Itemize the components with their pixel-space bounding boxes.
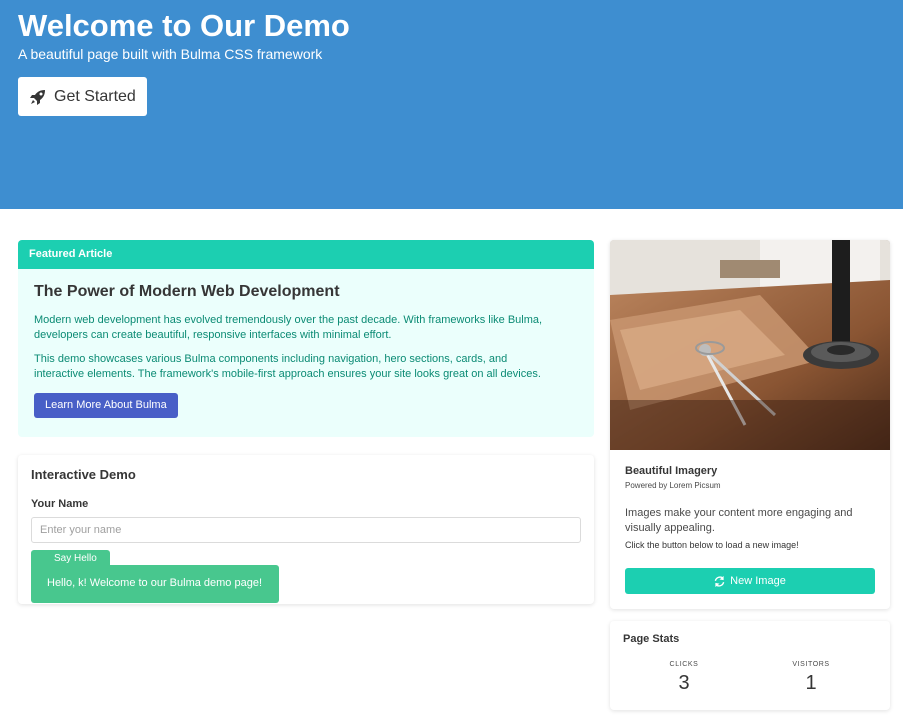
image-card: Beautiful Imagery Powered by Lorem Picsu… [610,240,890,609]
stat-label: CLICKS [669,661,699,668]
name-label: Your Name [31,498,89,510]
demo-title: Interactive Demo [31,467,136,482]
stat-value: 3 [678,672,690,694]
stats-title: Page Stats [623,633,680,645]
rocket-icon [30,89,45,105]
get-started-button[interactable]: Get Started [18,77,147,116]
get-started-label: Get Started [54,87,136,105]
learn-more-button[interactable]: Learn More About Bulma [34,393,178,418]
name-input[interactable] [31,517,581,543]
hero-title: Welcome to Our Demo [18,8,350,43]
refresh-icon [714,575,725,587]
stat-label: VISITORS [792,661,830,668]
featured-article: Featured Article The Power of Modern Web… [18,240,594,437]
image-card-title: Beautiful Imagery [625,465,718,477]
stat-clicks: CLICKS 3 [624,661,744,695]
new-image-label: New Image [730,575,786,587]
image-card-subtitle: Powered by Lorem Picsum [625,481,721,490]
page-stats-card: Page Stats CLICKS 3 VISITORS 1 [610,621,890,710]
hero-subtitle: A beautiful page built with Bulma CSS fr… [18,46,323,62]
article-title: The Power of Modern Web Development [34,283,340,300]
image-card-hint: Click the button below to load a new ima… [625,540,799,550]
stat-visitors: VISITORS 1 [751,661,871,695]
image-card-description: Images make your content more engaging a… [625,507,853,534]
article-paragraph: This demo showcases various Bulma compon… [34,353,541,380]
featured-article-body: The Power of Modern Web Development Mode… [18,269,594,418]
new-image-button[interactable]: New Image [625,568,875,594]
stat-value: 1 [805,672,817,694]
featured-image [610,240,890,450]
featured-article-header: Featured Article [18,240,594,269]
interactive-demo-card: Interactive Demo Your Name Say Hello Hel… [18,455,594,604]
hello-notification: Hello, k! Welcome to our Bulma demo page… [31,565,279,603]
hero-section: Welcome to Our Demo A beautiful page bui… [0,0,903,209]
article-paragraph: Modern web development has evolved treme… [34,314,543,341]
